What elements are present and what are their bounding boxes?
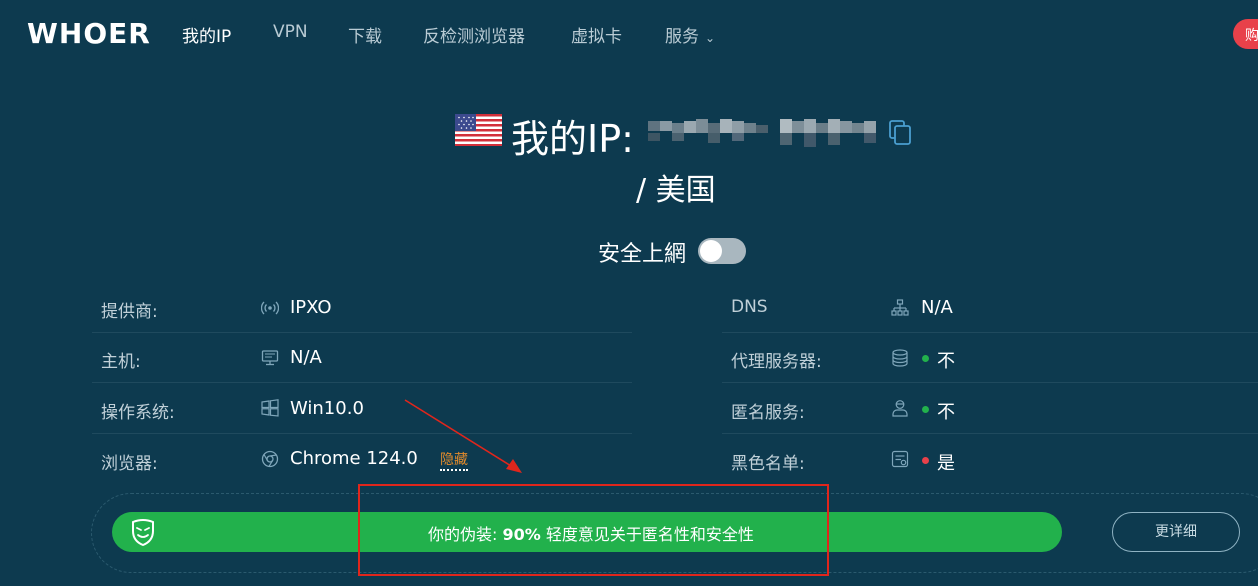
nav-virtual-card[interactable]: 虚拟卡	[571, 22, 622, 47]
country-label: / 美国	[636, 173, 716, 208]
logo[interactable]: WHOER	[27, 17, 151, 50]
safe-browsing-toggle[interactable]	[698, 238, 746, 264]
nav-services[interactable]: 服务 ⌄	[665, 22, 715, 47]
anonymizer-status-dot	[922, 406, 929, 413]
nav-antidetect-browser[interactable]: 反检测浏览器	[423, 22, 525, 47]
row-divider	[92, 382, 632, 383]
host-label: 主机:	[101, 352, 141, 372]
row-divider	[92, 332, 632, 333]
nav-download[interactable]: 下载	[348, 22, 382, 47]
anonymizer-value: 不	[937, 402, 955, 423]
provider-value: IPXO	[290, 297, 332, 318]
ip-address-redacted	[648, 119, 876, 147]
list-icon	[891, 450, 909, 468]
chrome-icon	[261, 450, 279, 468]
row-divider	[722, 382, 1258, 383]
dns-value: N/A	[921, 297, 953, 318]
host-value: N/A	[290, 347, 322, 368]
mask-icon	[132, 519, 154, 546]
row-divider	[92, 433, 632, 434]
nav-services-label: 服务	[665, 27, 699, 47]
copy-icon[interactable]	[888, 120, 912, 146]
chevron-down-icon: ⌄	[705, 31, 716, 45]
anonymizer-label: 匿名服务:	[731, 403, 805, 423]
proxy-label: 代理服务器:	[731, 352, 822, 372]
dns-label: DNS	[731, 297, 768, 317]
buy-button[interactable]: 购	[1233, 19, 1258, 49]
annotation-highlight-box	[358, 484, 829, 576]
my-ip-label: 我的IP:	[511, 117, 634, 161]
toggle-knob	[700, 240, 722, 262]
user-icon	[892, 400, 908, 417]
blacklist-status-dot	[922, 457, 929, 464]
row-divider	[722, 332, 1258, 333]
database-icon	[892, 349, 908, 367]
provider-label: 提供商:	[101, 302, 158, 322]
annotation-arrow	[404, 399, 522, 473]
us-flag-icon	[455, 114, 502, 146]
safe-browsing-label: 安全上網	[598, 242, 687, 267]
antenna-icon	[261, 301, 279, 315]
blacklist-value: 是	[937, 453, 955, 474]
monitor-icon	[261, 350, 279, 366]
os-value: Win10.0	[290, 398, 364, 419]
blacklist-label: 黑色名单:	[731, 454, 805, 474]
network-icon	[891, 299, 909, 316]
page: WHOER 我的IP VPN 下载 反检测浏览器 虚拟卡 服务 ⌄ 购 我的IP:	[0, 0, 1258, 586]
os-label: 操作系统:	[101, 403, 175, 423]
proxy-value: 不	[937, 351, 955, 372]
windows-icon	[261, 399, 279, 417]
row-divider	[722, 433, 1258, 434]
browser-label: 浏览器:	[101, 454, 158, 474]
browser-value: Chrome 124.0	[290, 448, 418, 469]
nav-vpn[interactable]: VPN	[273, 22, 308, 42]
proxy-status-dot	[922, 355, 929, 362]
nav-my-ip[interactable]: 我的IP	[182, 22, 231, 47]
more-details-button[interactable]: 更详细	[1112, 512, 1240, 552]
